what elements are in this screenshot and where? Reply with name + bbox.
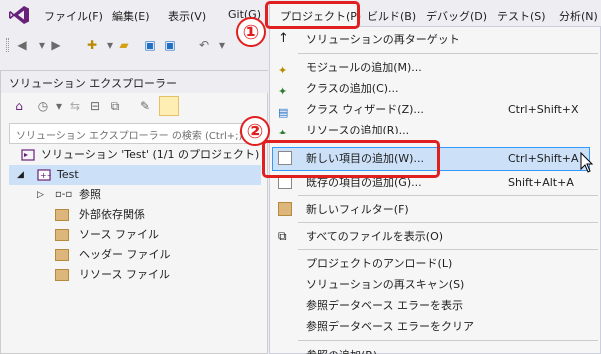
menu-build[interactable]: ビルド(B)	[367, 8, 416, 24]
menu-separator	[298, 53, 598, 54]
menu-item-add-resource[interactable]: ✦ リソースの追加(R)...	[270, 120, 601, 134]
tree-node-label: ヘッダー ファイル	[79, 248, 171, 261]
project-icon: ++	[37, 169, 51, 181]
menu-item-show-all-files[interactable]: ⧉ すべてのファイルを表示(O)	[270, 226, 601, 247]
menu-separator	[298, 222, 598, 223]
menu-item-label: すべてのファイルを表示(O)	[306, 230, 444, 243]
menu-file[interactable]: ファイル(F)	[44, 8, 103, 24]
save-icon[interactable]: ▣	[142, 37, 158, 53]
back-icon[interactable]: ◀	[14, 37, 30, 53]
dropdown-arrow-icon[interactable]: ▾	[51, 98, 67, 114]
history-icon[interactable]: ◷	[35, 98, 51, 114]
menu-item-label: モジュールの追加(M)...	[306, 61, 422, 74]
solution-explorer-search-input[interactable]: ソリューション エクスプローラー の検索 (Ctrl+;)	[9, 123, 265, 144]
show-all-files-icon[interactable]: ⧉	[107, 98, 123, 114]
expanded-arrow-icon[interactable]: ◢	[17, 165, 24, 185]
menu-item-add-module[interactable]: ✦ モジュールの追加(M)...	[270, 57, 601, 78]
menu-item-rescan-solution[interactable]: ソリューションの再スキャン(S)	[270, 274, 601, 295]
arrow-up-icon: ↑	[278, 31, 289, 46]
menu-item-class-wizard[interactable]: ▤ クラス ウィザード(Z)... Ctrl+Shift+X	[270, 99, 601, 120]
new-project-icon[interactable]: ✚	[84, 37, 100, 53]
annotation-step-1: ①	[236, 17, 266, 47]
svg-text:++: ++	[40, 171, 51, 180]
menu-separator	[298, 249, 598, 250]
class-wizard-icon: ▤	[278, 106, 289, 119]
visual-studio-logo-icon	[9, 6, 29, 24]
menu-item-add-class[interactable]: ✦ クラスの追加(C)...	[270, 78, 601, 99]
home-icon[interactable]: ⌂	[11, 98, 27, 114]
dropdown-arrow-icon[interactable]: ▾	[214, 37, 230, 53]
menu-item-show-db-errors[interactable]: 参照データベース エラーを表示	[270, 295, 601, 316]
menu-item-label: 参照データベース エラーをクリア	[306, 320, 474, 333]
tree-node-label: 参照	[79, 188, 101, 201]
annotation-step-2: ②	[240, 116, 270, 146]
mouse-cursor-icon	[580, 152, 594, 173]
menu-item-new-filter[interactable]: 新しいフィルター(F)	[270, 199, 601, 220]
new-filter-icon	[278, 202, 292, 216]
menu-item-label: クラスの追加(C)...	[306, 82, 399, 95]
project-label: Test	[57, 168, 79, 181]
solution-explorer-toolbar: ⌂ ◷ ▾ ⇆ ⊟ ⧉ ✎	[1, 93, 269, 119]
toolbar-grip[interactable]	[6, 38, 9, 52]
menu-separator	[298, 195, 598, 196]
tree-node-label: リソース ファイル	[79, 268, 170, 281]
menu-item-label: 新しいフィルター(F)	[306, 203, 409, 216]
solution-explorer-panel: ソリューション エクスプローラー ⌂ ◷ ▾ ⇆ ⊟ ⧉ ✎ ソリューション エ…	[0, 70, 269, 354]
menu-debug[interactable]: デバッグ(D)	[426, 8, 487, 24]
solution-label: ソリューション 'Test' (1/1 のプロジェクト)	[41, 148, 260, 161]
undo-icon[interactable]: ↶	[196, 37, 212, 53]
annotation-box-project-menu	[265, 1, 360, 29]
references-icon: ▫-▫	[55, 189, 73, 200]
save-all-icon[interactable]: ▣	[162, 37, 178, 53]
menu-item-add-reference[interactable]: 参照の追加(R)...	[270, 345, 601, 354]
forward-icon[interactable]: ▶	[48, 37, 64, 53]
preview-toggle-icon[interactable]	[159, 96, 179, 116]
tree-node-label: 外部依存関係	[79, 208, 145, 221]
panel-title: ソリューション エクスプローラー	[9, 77, 177, 90]
menu-item-label: リソースの追加(R)...	[306, 124, 410, 134]
solution-explorer-titlebar: ソリューション エクスプローラー	[1, 71, 269, 93]
menu-item-label: プロジェクトのアンロード(L)	[306, 257, 453, 270]
add-module-icon: ✦	[278, 64, 288, 77]
folder-icon	[55, 209, 69, 221]
add-resource-icon: ✦	[278, 127, 288, 134]
menu-item-label: ソリューションの再スキャン(S)	[306, 278, 465, 291]
filter-folder-icon	[55, 229, 69, 241]
menu-item-clear-db-errors[interactable]: 参照データベース エラーをクリア	[270, 316, 601, 337]
filter-folder-icon	[55, 269, 69, 281]
menu-item-shortcut: Shift+Alt+A	[508, 176, 574, 189]
collapsed-arrow-icon[interactable]: ▷	[37, 185, 44, 205]
menu-item-label: クラス ウィザード(Z)...	[306, 103, 424, 116]
tree-node-label: ソース ファイル	[79, 228, 159, 241]
solution-icon	[21, 149, 35, 161]
menu-edit[interactable]: 編集(E)	[112, 8, 150, 24]
menu-item-shortcut: Ctrl+Shift+X	[508, 103, 579, 116]
properties-wrench-icon[interactable]: ✎	[137, 98, 153, 114]
annotation-box-add-new-item	[262, 140, 440, 178]
menu-item-retarget[interactable]: ↑ ソリューションの再ターゲット	[270, 29, 601, 50]
menu-item-label: ソリューションの再ターゲット	[306, 33, 460, 46]
menu-item-shortcut: Ctrl+Shift+A	[508, 152, 579, 165]
menu-view[interactable]: 表示(V)	[168, 8, 206, 24]
filter-folder-icon	[55, 249, 69, 261]
menu-item-label: 参照データベース エラーを表示	[306, 299, 463, 312]
collapse-all-icon[interactable]: ⊟	[87, 98, 103, 114]
menu-analyze[interactable]: 分析(N)	[559, 8, 598, 24]
sync-icon[interactable]: ⇆	[67, 98, 83, 114]
open-folder-icon[interactable]: ▰	[116, 37, 132, 53]
show-all-files-icon: ⧉	[278, 229, 287, 243]
menu-item-label: 参照の追加(R)...	[306, 345, 388, 354]
add-class-icon: ✦	[278, 85, 288, 98]
menu-separator	[298, 340, 598, 341]
menu-item-unload-project[interactable]: プロジェクトのアンロード(L)	[270, 253, 601, 274]
menu-test[interactable]: テスト(S)	[497, 8, 546, 24]
project-menu-dropdown: ↑ ソリューションの再ターゲット ✦ モジュールの追加(M)... ✦ クラスの…	[269, 26, 601, 354]
